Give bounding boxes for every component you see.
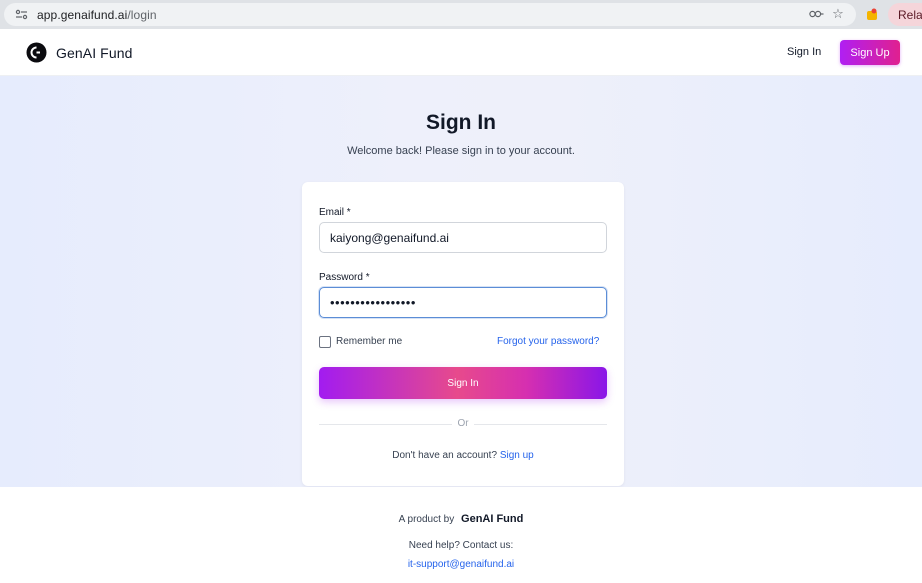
url-path: /login xyxy=(127,7,157,22)
email-label: Email * xyxy=(319,207,351,218)
relaunch-button[interactable]: Relau xyxy=(888,3,922,26)
page-title: Sign In xyxy=(426,111,496,134)
forgot-password-link[interactable]: Forgot your password? xyxy=(497,336,599,347)
page-subtitle: Welcome back! Please sign in to your acc… xyxy=(347,145,575,157)
email-label-text: Email xyxy=(319,207,345,218)
url-host: app.genaifund.ai xyxy=(37,7,128,22)
brand-logo-link[interactable]: GenAI Fund xyxy=(26,42,133,63)
password-value: ••••••••••••••••• xyxy=(330,295,416,310)
support-email-link[interactable]: it-support@genaifund.ai xyxy=(408,559,514,570)
divider-left xyxy=(319,424,452,425)
password-key-icon[interactable] xyxy=(808,6,824,22)
signin-submit-button[interactable]: Sign In xyxy=(319,367,607,399)
remember-me-label[interactable]: Remember me xyxy=(336,336,402,347)
password-label: Password * xyxy=(319,272,370,283)
signup-link[interactable]: Sign up xyxy=(500,450,534,461)
url-text: app.genaifund.ai/login xyxy=(37,8,157,22)
footer-support: it-support@genaifund.ai xyxy=(0,559,922,570)
brand-name: GenAI Fund xyxy=(56,44,133,61)
header-signin-link[interactable]: Sign In xyxy=(787,46,821,58)
signup-prompt: Don't have an account? Sign up xyxy=(302,450,624,461)
footer-product-by: A product by GenAI Fund xyxy=(0,513,922,525)
site-info-icon[interactable] xyxy=(13,7,29,23)
divider-right xyxy=(474,424,607,425)
no-account-text: Don't have an account? xyxy=(392,450,498,461)
email-required-mark: * xyxy=(346,207,351,218)
header-signup-button[interactable]: Sign Up xyxy=(840,40,900,65)
site-header: GenAI Fund Sign In Sign Up xyxy=(0,29,922,76)
genai-logo-icon xyxy=(26,42,47,63)
footer-brand: GenAI Fund xyxy=(461,513,524,525)
footer-help-text: Need help? Contact us: xyxy=(408,540,514,551)
browser-toolbar: app.genaifund.ai/login ☆ Relau xyxy=(0,0,922,29)
email-value: kaiyong@genaifund.ai xyxy=(330,230,449,245)
extension-icon[interactable] xyxy=(864,6,880,22)
divider-or-text: Or xyxy=(457,418,469,429)
bookmark-star-icon[interactable]: ☆ xyxy=(830,6,846,22)
password-label-text: Password xyxy=(319,272,363,283)
footer-product-by-text: A product by xyxy=(398,514,455,525)
address-bar[interactable]: app.genaifund.ai/login xyxy=(4,3,856,26)
remember-me-checkbox[interactable] xyxy=(319,336,331,348)
password-field[interactable]: ••••••••••••••••• xyxy=(319,287,607,318)
password-required-mark: * xyxy=(365,272,370,283)
email-field[interactable]: kaiyong@genaifund.ai xyxy=(319,222,607,253)
